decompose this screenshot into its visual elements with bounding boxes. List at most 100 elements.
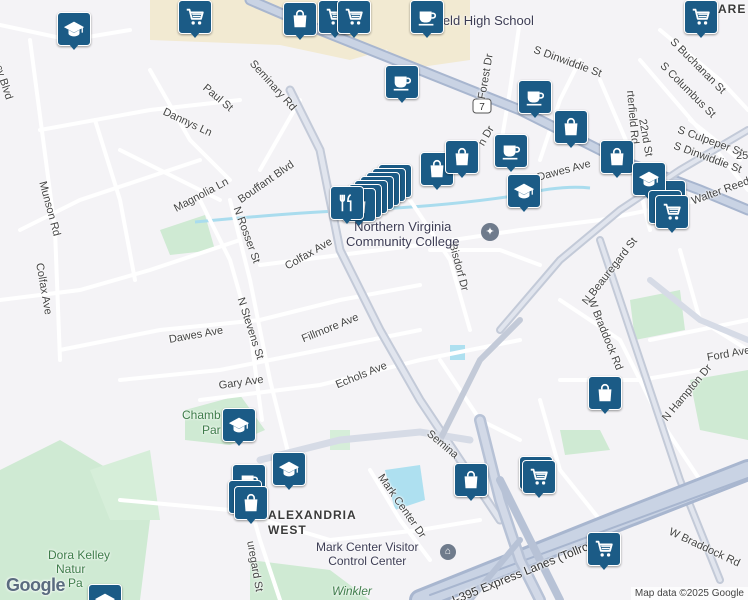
- marker-body: [178, 0, 212, 34]
- school-icon: [278, 458, 300, 480]
- marker-tip: [341, 217, 353, 224]
- bag-icon: [451, 146, 473, 168]
- school-icon: [513, 180, 535, 202]
- map-marker-bag[interactable]: [588, 376, 622, 416]
- map-attribution[interactable]: Map data ©2025 Google: [630, 587, 748, 600]
- marker-tip: [695, 31, 707, 38]
- map-marker-bag[interactable]: [234, 486, 268, 526]
- marker-tip: [565, 141, 577, 148]
- marker-body: [283, 2, 317, 36]
- marker-body: [88, 584, 122, 600]
- park-label-dora-line2: Natur: [56, 562, 86, 576]
- marker-body: [445, 140, 479, 174]
- park-label-chamb: Chamb Par: [182, 408, 221, 438]
- marker-tip: [666, 226, 678, 233]
- marker-body: [600, 140, 634, 174]
- marker-tip: [233, 439, 245, 446]
- area-label-alexandria-west: ALEXANDRIA WEST: [268, 508, 357, 538]
- visitor-center-line2: Control Center: [328, 554, 407, 568]
- cup-icon: [391, 71, 413, 93]
- map-canvas[interactable]: 7 Lacy Blvd Munson Rd Colfax Ave Paul St…: [0, 0, 748, 600]
- marker-body: [588, 376, 622, 410]
- marker-tip: [68, 43, 80, 50]
- cart-icon: [593, 538, 615, 560]
- park-label-winkler: Winkler: [332, 584, 372, 598]
- park-label-chamb-line2: Par: [202, 423, 221, 437]
- map-marker-cup[interactable]: [494, 134, 528, 174]
- marker-body: [554, 110, 588, 144]
- cup-icon: [524, 86, 546, 108]
- marker-tip: [189, 31, 201, 38]
- college-label-line2: Community College: [346, 234, 460, 249]
- map-marker-school[interactable]: [272, 452, 306, 492]
- school-icon: [63, 18, 85, 40]
- map-marker-dining[interactable]: [330, 186, 364, 226]
- area-label-line1: ALEXANDRIA: [268, 508, 357, 522]
- college-pin-icon[interactable]: ✦: [481, 223, 499, 241]
- school-icon: [228, 414, 250, 436]
- visitor-center-line1: Mark Center Visitor: [316, 540, 419, 554]
- marker-tip: [465, 494, 477, 501]
- map-marker-cup[interactable]: [518, 80, 552, 120]
- map-marker-cup[interactable]: [385, 65, 419, 105]
- school-icon: [94, 590, 116, 600]
- marker-tip: [529, 111, 541, 118]
- marker-body: [222, 408, 256, 442]
- marker-body: [518, 80, 552, 114]
- map-marker-cart[interactable]: [178, 0, 212, 40]
- area-label-line2: WEST: [268, 523, 307, 537]
- bag-icon: [289, 8, 311, 30]
- marker-body: [272, 452, 306, 486]
- cart-icon: [184, 6, 206, 28]
- marker-tip: [456, 171, 468, 178]
- marker-body: [57, 12, 91, 46]
- map-marker-school[interactable]: [88, 584, 122, 600]
- marker-tip: [599, 407, 611, 414]
- map-marker-cup[interactable]: [410, 0, 444, 40]
- marker-tip: [348, 31, 360, 38]
- cart-icon: [343, 6, 365, 28]
- map-marker-cart[interactable]: [684, 0, 718, 40]
- bag-icon: [560, 116, 582, 138]
- marker-tip: [396, 96, 408, 103]
- bag-icon: [606, 146, 628, 168]
- dining-icon: [336, 192, 358, 214]
- cup-icon: [416, 6, 438, 28]
- marker-body: [385, 65, 419, 99]
- marker-body: [337, 0, 371, 34]
- high-school-label[interactable]: rfield High School: [432, 13, 534, 28]
- cart-icon: [690, 6, 712, 28]
- marker-tip: [533, 491, 545, 498]
- map-marker-bag[interactable]: [283, 2, 317, 42]
- map-marker-school[interactable]: [507, 174, 541, 214]
- map-marker-school[interactable]: [222, 408, 256, 448]
- map-marker-bag[interactable]: [454, 463, 488, 503]
- google-logo: Google: [6, 575, 66, 596]
- map-marker-cart[interactable]: [655, 195, 689, 235]
- google-logo-text: Google: [6, 575, 66, 595]
- cart-icon: [528, 466, 550, 488]
- visitor-center-label[interactable]: Mark Center Visitor Control Center: [316, 540, 418, 568]
- marker-body: [494, 134, 528, 168]
- marker-body: [684, 0, 718, 34]
- bag-icon: [460, 469, 482, 491]
- marker-body: [234, 486, 268, 520]
- map-marker-bag[interactable]: [445, 140, 479, 180]
- map-marker-cart[interactable]: [587, 532, 621, 572]
- map-marker-school[interactable]: [57, 12, 91, 52]
- map-marker-cart[interactable]: [522, 460, 556, 500]
- visitor-center-pin-icon[interactable]: ⌂: [440, 544, 456, 560]
- cart-icon: [661, 201, 683, 223]
- marker-tip: [431, 183, 443, 190]
- marker-tip: [245, 517, 257, 524]
- map-marker-bag[interactable]: [554, 110, 588, 150]
- park-label-chamb-line1: Chamb: [182, 408, 221, 422]
- cup-icon: [500, 140, 522, 162]
- map-marker-bag[interactable]: [600, 140, 634, 180]
- marker-tip: [505, 165, 517, 172]
- map-marker-cart[interactable]: [337, 0, 371, 40]
- marker-tip: [598, 563, 610, 570]
- marker-body: [587, 532, 621, 566]
- marker-tip: [518, 205, 530, 212]
- area-label-top-right: ARE: [718, 2, 747, 16]
